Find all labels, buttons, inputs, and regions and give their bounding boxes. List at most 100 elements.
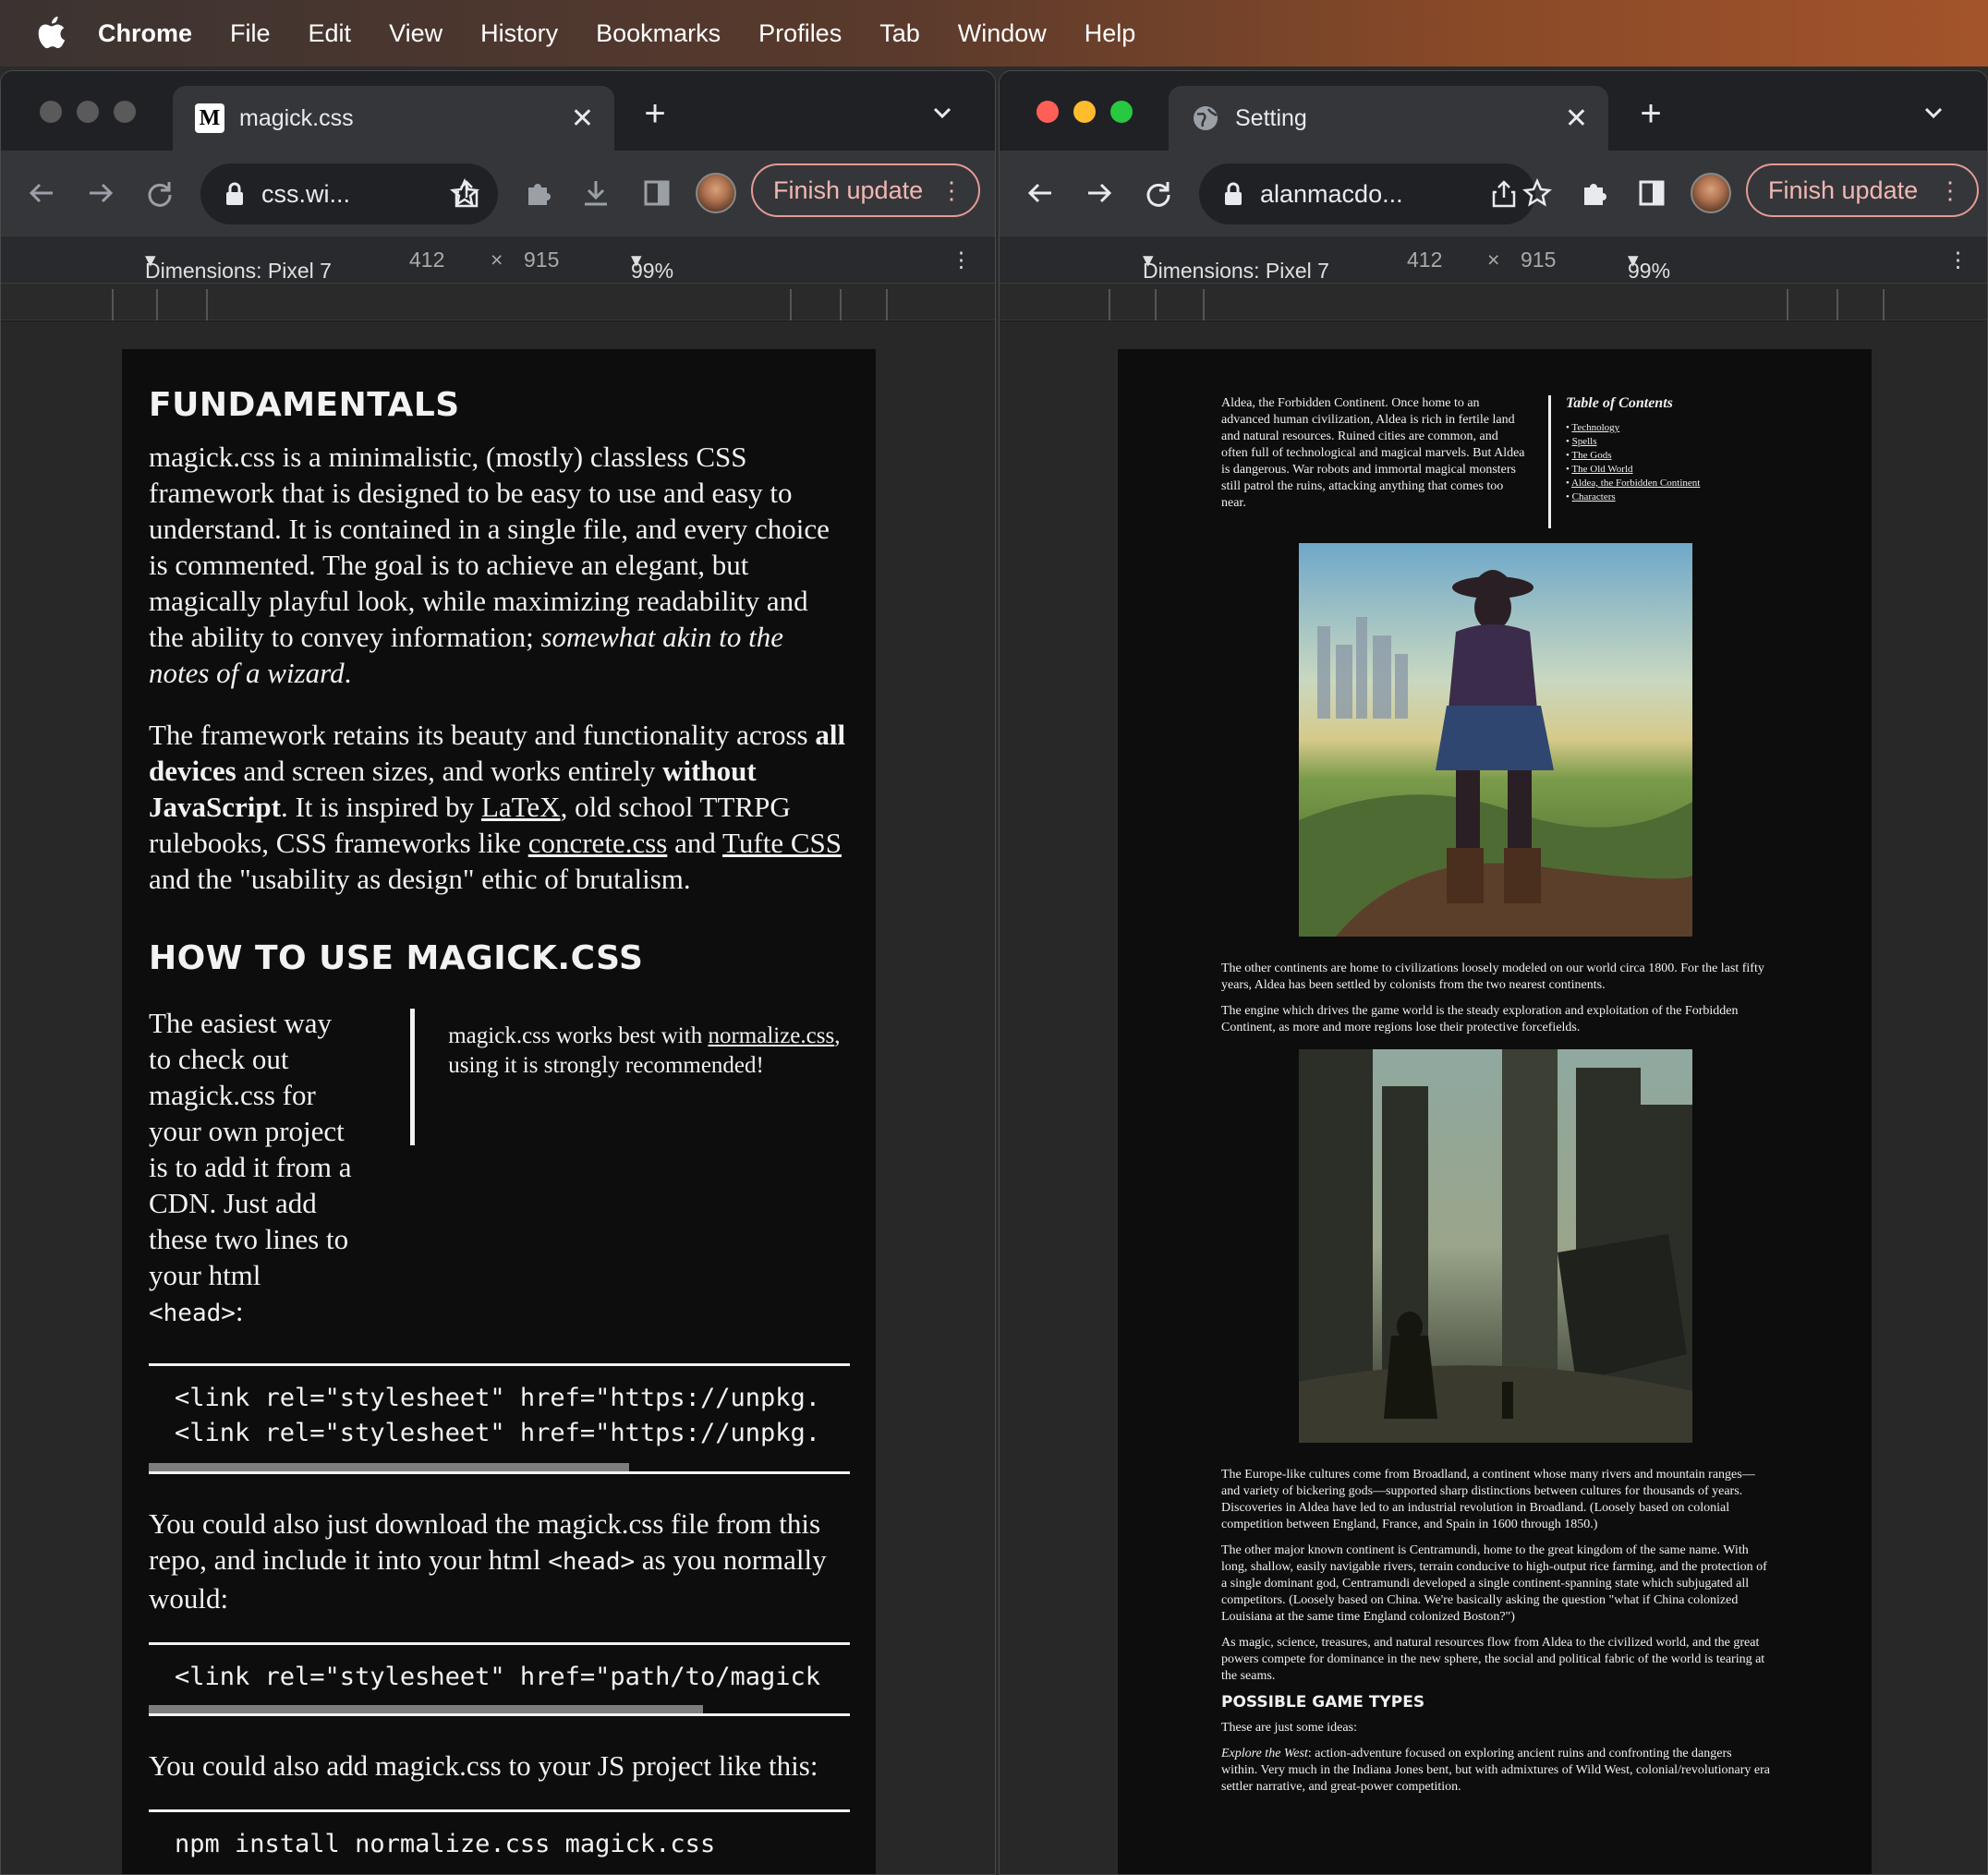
- zoom-select[interactable]: 99% ▾: [631, 248, 673, 283]
- close-window-button[interactable]: [1036, 101, 1059, 123]
- download-icon[interactable]: [577, 175, 614, 212]
- tab-title: magick.css: [239, 104, 354, 131]
- toc-link-spells[interactable]: Spells: [1572, 436, 1597, 447]
- new-tab-button[interactable]: +: [1630, 93, 1671, 135]
- media-query-ruler: [1000, 284, 1987, 321]
- bookmark-star-icon[interactable]: [1519, 175, 1556, 212]
- menu-tab[interactable]: Tab: [879, 19, 920, 48]
- tab-magick-css[interactable]: M magick.css ✕: [173, 86, 614, 151]
- apple-logo-icon[interactable]: [35, 16, 67, 51]
- extensions-puzzle-icon[interactable]: [1576, 175, 1613, 212]
- device-viewport: Aldea, the Forbidden Continent. Once hom…: [1000, 321, 1987, 1874]
- reload-icon[interactable]: [1140, 175, 1177, 212]
- aside-note: magick.css works best with normalize.css…: [410, 1009, 850, 1145]
- paragraph-cdn: The easiest way to check out magick.css …: [149, 1007, 352, 1327]
- side-panel-icon[interactable]: [638, 175, 675, 212]
- device-label: Dimensions: Pixel 7: [145, 259, 332, 283]
- link-latex[interactable]: LaTeX: [481, 791, 561, 823]
- menu-chrome[interactable]: Chrome: [98, 19, 192, 48]
- minimize-window-button[interactable]: [1073, 101, 1096, 123]
- menu-window[interactable]: Window: [958, 19, 1047, 48]
- close-window-button[interactable]: [40, 101, 62, 123]
- toc-link-technology[interactable]: Technology: [1571, 422, 1619, 433]
- code-block-npm[interactable]: npm install normalize.css magick.css: [149, 1809, 850, 1874]
- menu-file[interactable]: File: [230, 19, 271, 48]
- close-tab-icon[interactable]: ✕: [571, 103, 594, 135]
- paragraph-intro: magick.css is a minimalistic, (mostly) c…: [149, 441, 830, 689]
- link-tufte-css[interactable]: Tufte CSS: [722, 827, 842, 859]
- toc-link-the-gods[interactable]: The Gods: [1571, 450, 1611, 461]
- profile-avatar[interactable]: [696, 173, 736, 213]
- tab-search-chevron-icon[interactable]: [928, 99, 956, 127]
- share-icon[interactable]: [1485, 175, 1522, 212]
- minimize-window-button[interactable]: [77, 101, 99, 123]
- code-block-local[interactable]: <link rel="stylesheet" href="path/to/mag…: [149, 1642, 850, 1716]
- device-viewport: FUNDAMENTALS magick.css is a minimalisti…: [1, 321, 995, 1874]
- more-vert-icon[interactable]: ⋮: [939, 178, 964, 202]
- link-normalize-css[interactable]: normalize.css: [708, 1023, 834, 1048]
- setting-page: Aldea, the Forbidden Continent. Once hom…: [1118, 349, 1872, 1874]
- address-bar[interactable]: alanmacdo...: [1199, 163, 1535, 224]
- toc-link-the-old-world[interactable]: The Old World: [1571, 464, 1632, 475]
- height-field[interactable]: 915: [524, 248, 559, 272]
- side-panel-icon[interactable]: [1633, 175, 1670, 212]
- height-field[interactable]: 915: [1521, 248, 1556, 272]
- media-query-ruler: [1, 284, 995, 321]
- paragraph-continents: The other continents are home to civiliz…: [1221, 962, 1764, 992]
- paragraph-npm: You could also add magick.css to your JS…: [149, 1749, 818, 1782]
- back-arrow-icon[interactable]: [1022, 175, 1059, 212]
- close-tab-icon[interactable]: ✕: [1565, 103, 1588, 135]
- finish-update-button[interactable]: Finish update ⋮: [751, 163, 980, 217]
- width-field[interactable]: 412: [1407, 248, 1442, 272]
- heading-possible-game-types: POSSIBLE GAME TYPES: [1221, 1693, 1425, 1712]
- menu-help[interactable]: Help: [1085, 19, 1136, 48]
- browser-window-right: Setting ✕ + alanmacdo... Finish update ⋮…: [999, 70, 1988, 1875]
- link-concrete-css[interactable]: concrete.css: [528, 827, 668, 859]
- menu-view[interactable]: View: [389, 19, 442, 48]
- code-block-cdn[interactable]: <link rel="stylesheet" href="https://unp…: [149, 1363, 850, 1474]
- device-toolbar: Dimensions: Pixel 7 ▾ 412 × 915 99% ▾ ⋮: [1, 236, 995, 284]
- macos-menubar: Chrome File Edit View History Bookmarks …: [0, 0, 1988, 67]
- heading-fundamentals: FUNDAMENTALS: [149, 386, 460, 424]
- device-more-icon[interactable]: ⋮: [951, 248, 972, 272]
- zoom-window-button[interactable]: [114, 101, 136, 123]
- device-select[interactable]: Dimensions: Pixel 7 ▾: [145, 248, 332, 283]
- code-scrollbar[interactable]: [149, 1463, 629, 1471]
- back-arrow-icon[interactable]: [23, 175, 60, 212]
- lock-icon: [1225, 182, 1242, 205]
- paragraph-ideas: These are just some ideas:: [1221, 1721, 1357, 1735]
- device-more-icon[interactable]: ⋮: [1947, 248, 1969, 272]
- code-scrollbar[interactable]: [149, 1705, 703, 1713]
- menu-edit[interactable]: Edit: [309, 19, 352, 48]
- forward-arrow-icon[interactable]: [82, 175, 119, 212]
- toc-link-characters[interactable]: Characters: [1572, 491, 1616, 502]
- new-tab-button[interactable]: +: [635, 93, 675, 135]
- table-of-contents: Table of Contents Technology Spells The …: [1548, 395, 1700, 528]
- menu-profiles[interactable]: Profiles: [758, 19, 842, 48]
- magick-favicon-icon: M: [195, 103, 224, 133]
- menu-bookmarks[interactable]: Bookmarks: [596, 19, 721, 48]
- width-field[interactable]: 412: [409, 248, 444, 272]
- url-text: css.wi...: [261, 179, 351, 208]
- profile-avatar[interactable]: [1691, 173, 1731, 213]
- reload-icon[interactable]: [141, 175, 178, 212]
- zoom-select[interactable]: 99% ▾: [1628, 248, 1670, 283]
- bookmark-star-icon[interactable]: [446, 175, 483, 212]
- extensions-puzzle-icon[interactable]: [520, 175, 557, 212]
- device-select[interactable]: Dimensions: Pixel 7 ▾: [1143, 248, 1329, 283]
- times-sign: ×: [1487, 248, 1500, 272]
- paragraph-engine: The engine which drives the game world i…: [1221, 1004, 1739, 1034]
- browser-toolbar: alanmacdo... Finish update ⋮: [1000, 151, 1987, 236]
- magick-css-page: FUNDAMENTALS magick.css is a minimalisti…: [122, 349, 876, 1874]
- ruined-city-illustration: [1299, 1049, 1692, 1443]
- forward-arrow-icon[interactable]: [1081, 175, 1118, 212]
- paragraph-centramundi: The other major known continent is Centr…: [1221, 1543, 1767, 1624]
- tab-search-chevron-icon[interactable]: [1920, 99, 1947, 127]
- more-vert-icon[interactable]: ⋮: [1938, 178, 1962, 202]
- tab-setting[interactable]: Setting ✕: [1169, 86, 1608, 151]
- zoom-window-button[interactable]: [1110, 101, 1133, 123]
- times-sign: ×: [491, 248, 503, 272]
- toc-link-aldea[interactable]: Aldea, the Forbidden Continent: [1571, 478, 1700, 489]
- finish-update-button[interactable]: Finish update ⋮: [1746, 163, 1979, 217]
- menu-history[interactable]: History: [480, 19, 558, 48]
